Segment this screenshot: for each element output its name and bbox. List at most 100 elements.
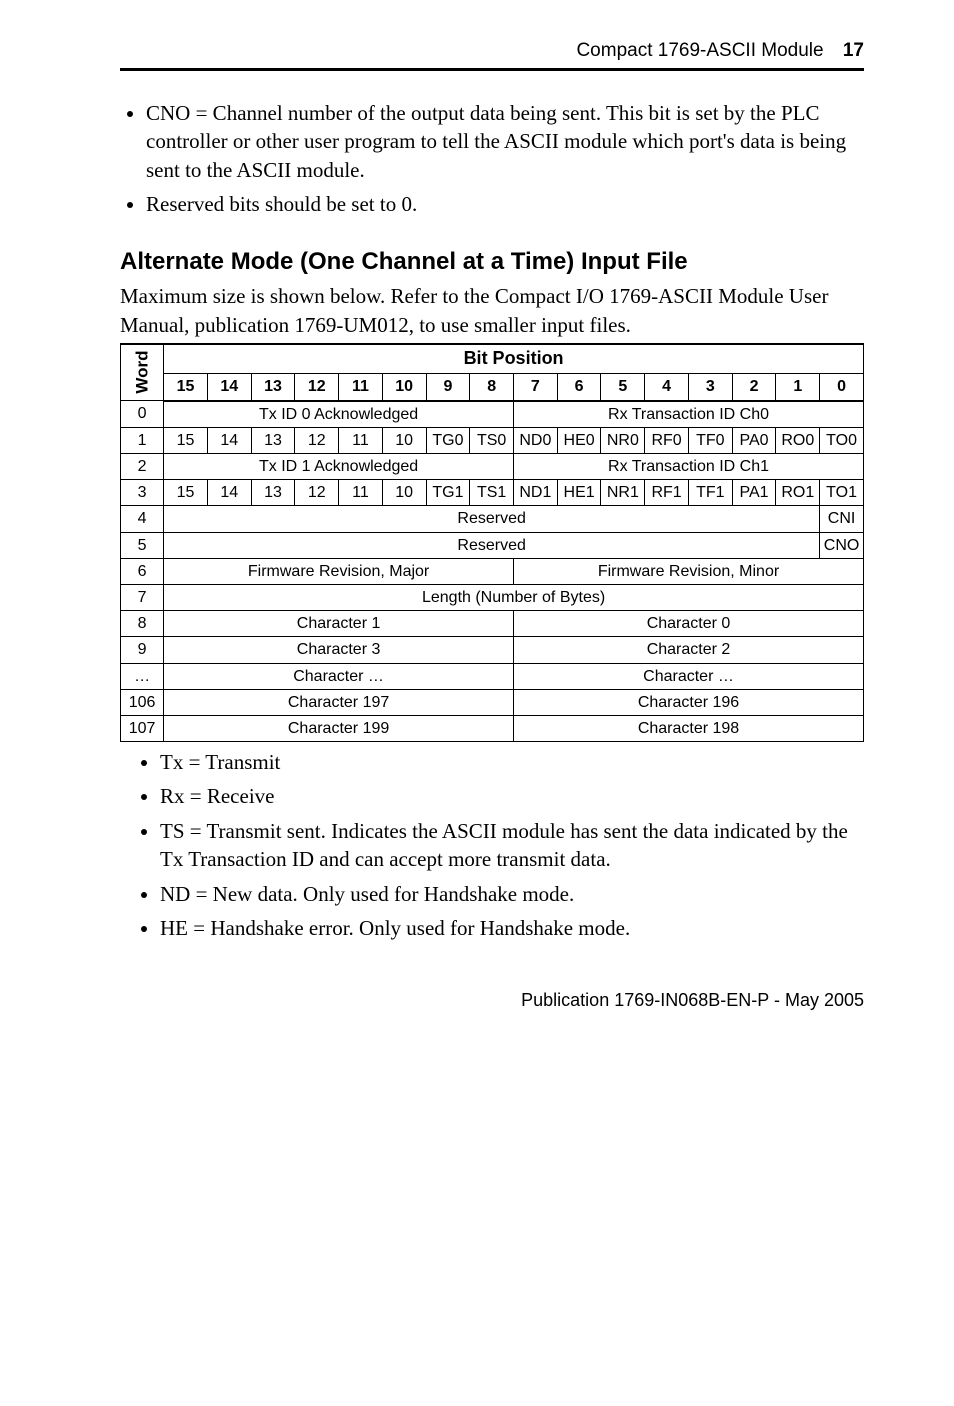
cell-reserved: Reserved	[164, 532, 820, 558]
word-index: 2	[121, 454, 164, 480]
bit-col-15: 15	[164, 374, 208, 401]
bit-cell: 10	[382, 427, 426, 453]
bit-cell: TS0	[470, 427, 514, 453]
bit-col-4: 4	[645, 374, 689, 401]
table-row: 3 15 14 13 12 11 10 TG1 TS1 ND1 HE1 NR1 …	[121, 480, 864, 506]
bit-col-12: 12	[295, 374, 339, 401]
word-index: 107	[121, 715, 164, 741]
bit-cell: HE1	[557, 480, 601, 506]
bit-cell: 14	[207, 427, 251, 453]
bit-cell: TO1	[820, 480, 864, 506]
header-page-number: 17	[843, 40, 864, 61]
bit-cell: RF1	[645, 480, 689, 506]
bit-cell: 12	[295, 427, 339, 453]
table-row: 9 Character 3 Character 2	[121, 637, 864, 663]
bit-cell: PA1	[732, 480, 776, 506]
bit-col-11: 11	[339, 374, 383, 401]
word-index: …	[121, 663, 164, 689]
bit-cell: TO0	[820, 427, 864, 453]
bit-cell: HE0	[557, 427, 601, 453]
list-item: TS = Transmit sent. Indicates the ASCII …	[160, 817, 864, 874]
word-index: 9	[121, 637, 164, 663]
bit-cell: 13	[251, 427, 295, 453]
cell-left: Tx ID 0 Acknowledged	[164, 401, 514, 428]
list-item: Reserved bits should be set to 0.	[146, 190, 864, 218]
cell-left: Character 3	[164, 637, 514, 663]
bit-cell: TF1	[688, 480, 732, 506]
table-row: 6 Firmware Revision, Major Firmware Revi…	[121, 558, 864, 584]
word-index: 8	[121, 611, 164, 637]
bit-cell: RF0	[645, 427, 689, 453]
bit-col-0: 0	[820, 374, 864, 401]
bit-cell: 15	[164, 427, 208, 453]
cell-left: Character …	[164, 663, 514, 689]
cell-right: Character 196	[514, 689, 864, 715]
bit-col-10: 10	[382, 374, 426, 401]
cell-full: Length (Number of Bytes)	[164, 585, 864, 611]
legend-list: Tx = Transmit Rx = Receive TS = Transmit…	[120, 748, 864, 942]
bit-cell: 15	[164, 480, 208, 506]
list-item: CNO = Channel number of the output data …	[146, 99, 864, 184]
section-heading: Alternate Mode (One Channel at a Time) I…	[120, 248, 864, 276]
word-index: 5	[121, 532, 164, 558]
cell-left: Character 197	[164, 689, 514, 715]
word-index: 4	[121, 506, 164, 532]
bit-cell: 10	[382, 480, 426, 506]
word-index: 7	[121, 585, 164, 611]
bit-col-7: 7	[514, 374, 558, 401]
page-header: Compact 1769-ASCII Module 17	[120, 40, 864, 71]
cell-right: Rx Transaction ID Ch0	[514, 401, 864, 428]
table-row: 5 Reserved CNO	[121, 532, 864, 558]
list-item: HE = Handshake error. Only used for Hand…	[160, 914, 864, 942]
cell-last: CNI	[820, 506, 864, 532]
cell-left: Firmware Revision, Major	[164, 558, 514, 584]
list-item: Tx = Transmit	[160, 748, 864, 776]
cell-last: CNO	[820, 532, 864, 558]
bit-col-9: 9	[426, 374, 470, 401]
word-header: Word	[121, 344, 164, 401]
bit-cell: 11	[339, 480, 383, 506]
bit-cell: NR0	[601, 427, 645, 453]
bit-cell: RO1	[776, 480, 820, 506]
bit-col-1: 1	[776, 374, 820, 401]
bit-cell: PA0	[732, 427, 776, 453]
word-index: 3	[121, 480, 164, 506]
table-row: 1 15 14 13 12 11 10 TG0 TS0 ND0 HE0 NR0 …	[121, 427, 864, 453]
header-title-line: Compact 1769-ASCII Module 17	[120, 40, 864, 68]
cell-reserved: Reserved	[164, 506, 820, 532]
cell-right: Firmware Revision, Minor	[514, 558, 864, 584]
cell-right: Character 0	[514, 611, 864, 637]
cell-right: Character 198	[514, 715, 864, 741]
bit-col-2: 2	[732, 374, 776, 401]
list-item: Rx = Receive	[160, 782, 864, 810]
bit-cell: 12	[295, 480, 339, 506]
bit-cell: TG1	[426, 480, 470, 506]
word-index: 1	[121, 427, 164, 453]
table-row: 0 Tx ID 0 Acknowledged Rx Transaction ID…	[121, 401, 864, 428]
table-row: 8 Character 1 Character 0	[121, 611, 864, 637]
page-footer: Publication 1769-IN068B-EN-P - May 2005	[120, 990, 864, 1011]
bit-col-13: 13	[251, 374, 295, 401]
bit-cell: ND0	[514, 427, 558, 453]
table-row: 4 Reserved CNI	[121, 506, 864, 532]
bit-cell: 11	[339, 427, 383, 453]
bit-cell: TS1	[470, 480, 514, 506]
section-intro: Maximum size is shown below. Refer to th…	[120, 282, 864, 339]
word-index: 0	[121, 401, 164, 428]
table-row: 107 Character 199 Character 198	[121, 715, 864, 741]
header-title: Compact 1769-ASCII Module	[576, 40, 823, 61]
cell-right: Rx Transaction ID Ch1	[514, 454, 864, 480]
cell-right: Character 2	[514, 637, 864, 663]
bit-col-14: 14	[207, 374, 251, 401]
cell-left: Character 199	[164, 715, 514, 741]
bit-cell: TF0	[688, 427, 732, 453]
bit-cell: 13	[251, 480, 295, 506]
table-row: … Character … Character …	[121, 663, 864, 689]
bit-cell: 14	[207, 480, 251, 506]
bit-cell: ND1	[514, 480, 558, 506]
cell-left: Tx ID 1 Acknowledged	[164, 454, 514, 480]
word-index: 106	[121, 689, 164, 715]
table-row: 2 Tx ID 1 Acknowledged Rx Transaction ID…	[121, 454, 864, 480]
bit-col-6: 6	[557, 374, 601, 401]
bit-cell: NR1	[601, 480, 645, 506]
